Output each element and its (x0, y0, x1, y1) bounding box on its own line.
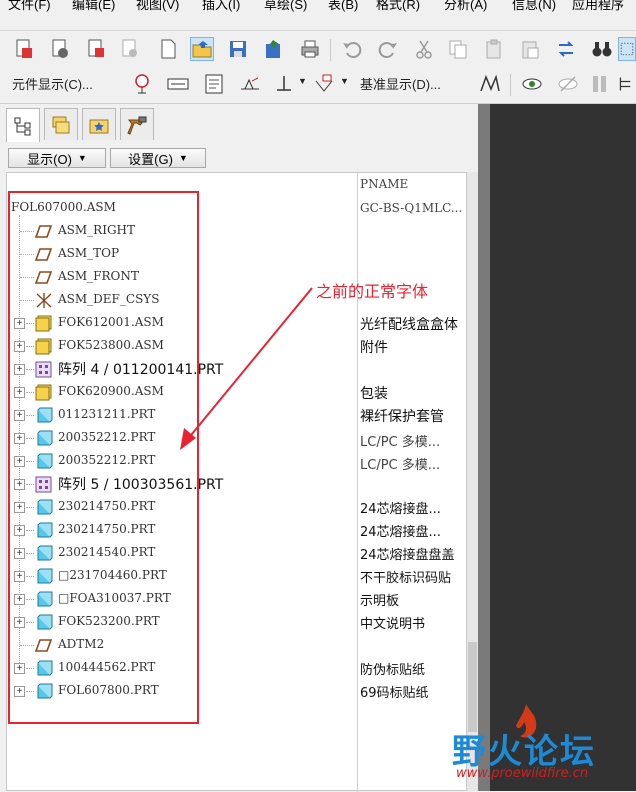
tree-item-pname: 24芯熔接盘盘盖 (360, 548, 455, 563)
tree-item-pname: 附件 (360, 340, 388, 356)
columns-icon[interactable] (588, 72, 612, 96)
tree-item-pname: 光纤配线盒盒体 (360, 317, 458, 333)
highlight-box (8, 191, 199, 724)
find-binoculars-icon[interactable] (590, 37, 614, 61)
tree-item-pname: 包装 (360, 386, 388, 402)
menu-file[interactable]: 文件(F) (8, 0, 51, 12)
tree-item-pname: 不干胶标识码贴 (360, 571, 452, 586)
spline-icon[interactable] (478, 72, 502, 96)
tab-favorites[interactable] (82, 108, 116, 140)
tab-tools[interactable] (120, 108, 154, 140)
tab-model-tree[interactable] (6, 108, 40, 142)
display-button-label: 显示(O) (27, 151, 72, 167)
tree-item-pname: 示明板 (360, 594, 400, 609)
tree-scrollbar[interactable] (467, 172, 478, 791)
hide-eye-icon[interactable] (556, 72, 580, 96)
datum-axis-icon[interactable] (272, 72, 296, 96)
tab-folder-browser[interactable] (44, 108, 78, 140)
redo-icon[interactable] (376, 37, 400, 61)
new-drawing-icon[interactable] (12, 37, 36, 61)
menu-info[interactable]: 信息(N) (512, 0, 556, 12)
tree-item-pname: 69码标贴纸 (360, 686, 429, 701)
tree-item-pname: 24芯熔接盘... (360, 502, 441, 517)
toolbar-separator (510, 74, 511, 96)
menu-format[interactable]: 格式(R) (376, 0, 420, 12)
toolbar-display: 元件显示(C)... ▼ ▼ 基准显示(D)... (0, 66, 636, 104)
folder-stack-icon (52, 116, 70, 133)
watermark-url: www.proewildfire.cn (456, 766, 589, 781)
menu-edit[interactable]: 编辑(E) (72, 0, 115, 12)
regenerate-icon[interactable] (554, 37, 578, 61)
paste-icon[interactable] (482, 37, 506, 61)
tree-item-pname: 防伪标贴纸 (360, 663, 426, 678)
menu-bar: 文件(F) 编辑(E) 视图(V) 插入(I) 草绘(S) 表(B) 格式(R)… (0, 0, 636, 12)
display-dropdown-button[interactable]: 显示(O) ▼ (8, 148, 106, 168)
tree-item-pname: 裸纤保护套管 (360, 409, 444, 425)
printer-icon[interactable] (298, 37, 322, 61)
tree-item-pname: LC/PC 多模... (360, 458, 441, 473)
tree-item-pname: LC/PC 多模... (360, 435, 441, 450)
cut-icon[interactable] (412, 37, 436, 61)
hammer-icon (127, 116, 147, 135)
toolbar-separator (330, 39, 331, 61)
geometric-tolerance-icon[interactable] (312, 72, 336, 96)
chevron-down-icon: ▼ (77, 153, 87, 163)
tree-item-pname: 24芯熔接盘... (360, 525, 441, 540)
save-icon[interactable] (226, 37, 250, 61)
copy-icon[interactable] (446, 37, 470, 61)
menu-sketch[interactable]: 草绘(S) (264, 0, 307, 12)
select-box-icon[interactable] (618, 37, 636, 61)
watermark: 野火论坛 www.proewildfire.cn (446, 700, 636, 791)
tree-toolbar: 显示(O) ▼ 设置(G) ▼ (0, 144, 478, 172)
new-file-icon[interactable] (156, 37, 180, 61)
toolbar-main (0, 30, 636, 66)
sash-divider[interactable] (478, 104, 490, 791)
annotation-text: 之前的正常字体 (316, 282, 429, 301)
menu-table[interactable]: 表(B) (328, 0, 358, 12)
tree-item-pname: GC-BS-Q1MLC... (360, 201, 463, 215)
menu-insert[interactable]: 插入(I) (202, 0, 240, 12)
erase-icon[interactable] (84, 37, 108, 61)
tree-item-pname: 中文说明书 (360, 617, 426, 632)
favorites-folder-icon (89, 119, 109, 133)
component-display-button[interactable]: 元件显示(C)... (12, 74, 93, 93)
menu-view[interactable]: 视图(V) (136, 0, 179, 12)
surface-finish-icon[interactable] (238, 72, 262, 96)
table-edge-icon[interactable] (618, 72, 636, 96)
print-preview-icon[interactable] (118, 37, 142, 61)
tolerance-dropdown-icon[interactable]: ▼ (340, 76, 349, 86)
save-copy-icon[interactable] (262, 37, 286, 61)
undo-icon[interactable] (340, 37, 364, 61)
datum-axis-dropdown-icon[interactable]: ▼ (298, 76, 307, 86)
pname-column-header[interactable]: PNAME (360, 177, 408, 191)
open-icon[interactable] (48, 37, 72, 61)
open-folder-icon[interactable] (190, 37, 214, 61)
model-tree-icon (14, 117, 31, 135)
datum-display-button[interactable]: 基准显示(D)... (360, 74, 441, 93)
menu-analysis[interactable]: 分析(A) (444, 0, 487, 12)
settings-button-label: 设置(G) (128, 151, 173, 167)
dimension-icon[interactable] (166, 72, 190, 96)
show-eye-icon[interactable] (520, 72, 544, 96)
chevron-down-icon: ▼ (178, 153, 188, 163)
balloon-icon[interactable] (130, 72, 154, 96)
settings-dropdown-button[interactable]: 设置(G) ▼ (110, 148, 206, 168)
menu-applications[interactable]: 应用程序 (572, 0, 624, 12)
paste-special-icon[interactable] (518, 37, 542, 61)
note-icon[interactable] (202, 72, 226, 96)
graphics-canvas[interactable] (490, 104, 636, 791)
